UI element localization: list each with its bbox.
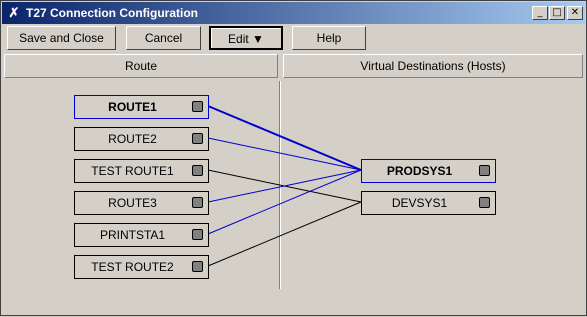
link-route2-prodsys1 (207, 137, 362, 171)
cancel-button[interactable]: Cancel (126, 26, 201, 50)
link-printsta1-prodsys1 (207, 169, 362, 235)
connector-port-icon[interactable] (192, 165, 203, 176)
route-node-test-route2[interactable]: TEST ROUTE2 (74, 255, 209, 279)
host-node-label: DEVSYS1 (391, 196, 448, 210)
host-node-prodsys1[interactable]: PRODSYS1 (361, 159, 496, 183)
connector-port-icon[interactable] (192, 229, 203, 240)
route-node-label: TEST ROUTE2 (91, 260, 174, 274)
route-column-label: Route (124, 59, 158, 73)
host-node-label: PRODSYS1 (386, 164, 453, 178)
link-route1-prodsys1 (207, 105, 362, 171)
edit-label: Edit ▼ (228, 32, 264, 46)
route-node-label: PRINTSTA1 (99, 228, 166, 242)
app-icon: ✗ (8, 5, 20, 20)
route-node-label: ROUTE3 (108, 196, 157, 210)
column-divider-highlight (280, 81, 281, 289)
route-node-label: ROUTE2 (108, 132, 157, 146)
route-node-route3[interactable]: ROUTE3 (74, 191, 209, 215)
save-and-close-button[interactable]: Save and Close (7, 26, 116, 50)
link-route3-prodsys1 (207, 169, 362, 203)
link-testroute2-devsys1 (207, 201, 362, 267)
help-button[interactable]: Help (292, 26, 366, 50)
route-column-header: Route (4, 54, 278, 78)
maximize-button[interactable]: □ (549, 6, 565, 20)
link-testroute1-devsys1 (207, 169, 362, 203)
edit-menu-button[interactable]: Edit ▼ (209, 26, 283, 50)
route-node-route1[interactable]: ROUTE1 (74, 95, 209, 119)
connector-port-icon[interactable] (479, 197, 490, 208)
connector-port-icon[interactable] (192, 133, 203, 144)
route-node-route2[interactable]: ROUTE2 (74, 127, 209, 151)
help-label: Help (316, 31, 342, 45)
route-node-label: TEST ROUTE1 (91, 164, 174, 178)
title-bar[interactable]: ✗ T27 Connection Configuration _ □ ✕ (2, 2, 585, 24)
connector-port-icon[interactable] (192, 261, 203, 272)
route-node-test-route1[interactable]: TEST ROUTE1 (74, 159, 209, 183)
close-button[interactable]: ✕ (567, 6, 583, 20)
save-and-close-label: Save and Close (19, 31, 104, 45)
minimize-button[interactable]: _ (532, 6, 548, 20)
hosts-column-header: Virtual Destinations (Hosts) (283, 54, 583, 78)
route-node-label: ROUTE1 (108, 100, 157, 114)
connector-port-icon[interactable] (192, 197, 203, 208)
connector-port-icon[interactable] (479, 165, 490, 176)
connector-port-icon[interactable] (192, 101, 203, 112)
cancel-label: Cancel (144, 31, 183, 45)
host-node-devsys1[interactable]: DEVSYS1 (361, 191, 496, 215)
route-node-printsta1[interactable]: PRINTSTA1 (74, 223, 209, 247)
window-title: T27 Connection Configuration (26, 6, 198, 20)
app-window: ✗ T27 Connection Configuration _ □ ✕ Sav… (0, 0, 587, 316)
hosts-column-label: Virtual Destinations (Hosts) (360, 59, 506, 73)
